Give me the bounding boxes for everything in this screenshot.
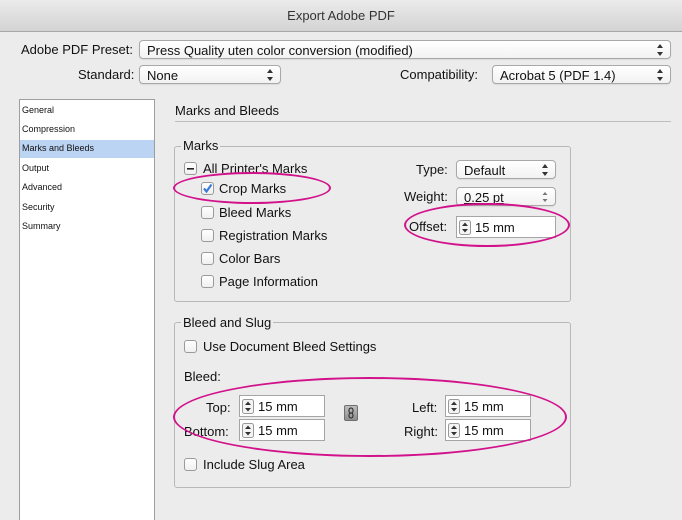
- bleed-label: Bleed:: [184, 369, 221, 384]
- weight-select[interactable]: 0.25 pt: [456, 187, 556, 206]
- updown-arrows-icon: [656, 43, 664, 57]
- weight-value: 0.25 pt: [464, 190, 504, 205]
- window-title: Export Adobe PDF: [287, 8, 395, 23]
- type-select[interactable]: Default: [456, 160, 556, 179]
- page-information-checkbox[interactable]: [201, 275, 214, 288]
- sidebar-item-output[interactable]: Output: [20, 160, 154, 178]
- standard-value: None: [147, 68, 179, 83]
- all-printers-marks-label: All Printer's Marks: [203, 161, 308, 176]
- sidebar-item-security[interactable]: Security: [20, 199, 154, 217]
- preset-select[interactable]: Press Quality uten color conversion (mod…: [139, 40, 671, 59]
- page-information-label: Page Information: [219, 274, 319, 289]
- bottom-value: 15 mm: [258, 423, 298, 438]
- section-title: Marks and Bleeds: [175, 103, 280, 118]
- preset-value: Press Quality uten color conversion (mod…: [147, 43, 413, 58]
- use-document-bleed-checkbox[interactable]: [184, 340, 197, 353]
- updown-arrows-icon: [541, 190, 549, 204]
- updown-arrows-icon: [541, 163, 549, 177]
- sidebar-item-advanced[interactable]: Advanced: [20, 179, 154, 197]
- offset-value: 15 mm: [475, 220, 515, 235]
- sidebar: General Compression Marks and Bleeds Out…: [19, 99, 155, 520]
- bleed-marks-label: Bleed Marks: [219, 205, 292, 220]
- right-input[interactable]: 15 mm: [445, 419, 531, 441]
- left-input[interactable]: 15 mm: [445, 395, 531, 417]
- crop-marks-label: Crop Marks: [219, 181, 287, 196]
- bottom-label: Bottom:: [184, 424, 229, 439]
- crop-marks-checkbox[interactable]: [201, 182, 214, 195]
- right-value: 15 mm: [464, 423, 504, 438]
- include-slug-label: Include Slug Area: [203, 457, 305, 472]
- compatibility-label: Compatibility:: [400, 67, 479, 82]
- type-label: Type:: [416, 162, 448, 177]
- color-bars-label: Color Bars: [219, 251, 281, 266]
- stepper-icon[interactable]: [448, 423, 460, 438]
- compatibility-select[interactable]: Acrobat 5 (PDF 1.4): [492, 65, 671, 84]
- use-document-bleed-label: Use Document Bleed Settings: [203, 339, 377, 354]
- offset-input[interactable]: 15 mm: [456, 216, 556, 238]
- stepper-icon[interactable]: [242, 399, 254, 414]
- section-divider: [175, 121, 671, 122]
- sidebar-item-compression[interactable]: Compression: [20, 121, 154, 139]
- preset-label: Adobe PDF Preset:: [21, 42, 133, 57]
- updown-arrows-icon: [656, 68, 664, 82]
- bleed-marks-checkbox[interactable]: [201, 206, 214, 219]
- standard-select[interactable]: None: [139, 65, 281, 84]
- standard-label: Standard:: [78, 67, 135, 82]
- registration-marks-checkbox[interactable]: [201, 229, 214, 242]
- sidebar-item-marks-and-bleeds[interactable]: Marks and Bleeds: [20, 140, 154, 158]
- bottom-input[interactable]: 15 mm: [239, 419, 325, 441]
- bleed-slug-legend: Bleed and Slug: [181, 315, 274, 330]
- offset-label: Offset:: [409, 219, 448, 234]
- right-label: Right:: [404, 424, 438, 439]
- title-bar: Export Adobe PDF: [0, 0, 682, 32]
- stepper-icon[interactable]: [242, 423, 254, 438]
- sidebar-item-summary[interactable]: Summary: [20, 218, 154, 236]
- top-label: Top:: [206, 400, 231, 415]
- compatibility-value: Acrobat 5 (PDF 1.4): [500, 68, 616, 83]
- stepper-icon[interactable]: [459, 220, 471, 235]
- include-slug-checkbox[interactable]: [184, 458, 197, 471]
- color-bars-checkbox[interactable]: [201, 252, 214, 265]
- left-value: 15 mm: [464, 399, 504, 414]
- stepper-icon[interactable]: [448, 399, 460, 414]
- chain-link-icon[interactable]: [344, 405, 358, 421]
- marks-legend: Marks: [181, 138, 221, 153]
- type-value: Default: [464, 163, 506, 178]
- left-label: Left:: [412, 400, 438, 415]
- sidebar-item-general[interactable]: General: [20, 102, 154, 120]
- top-input[interactable]: 15 mm: [239, 395, 325, 417]
- weight-label: Weight:: [404, 189, 448, 204]
- all-printers-marks-checkbox[interactable]: [184, 162, 197, 175]
- top-value: 15 mm: [258, 399, 298, 414]
- registration-marks-label: Registration Marks: [219, 228, 328, 243]
- updown-arrows-icon: [266, 68, 274, 82]
